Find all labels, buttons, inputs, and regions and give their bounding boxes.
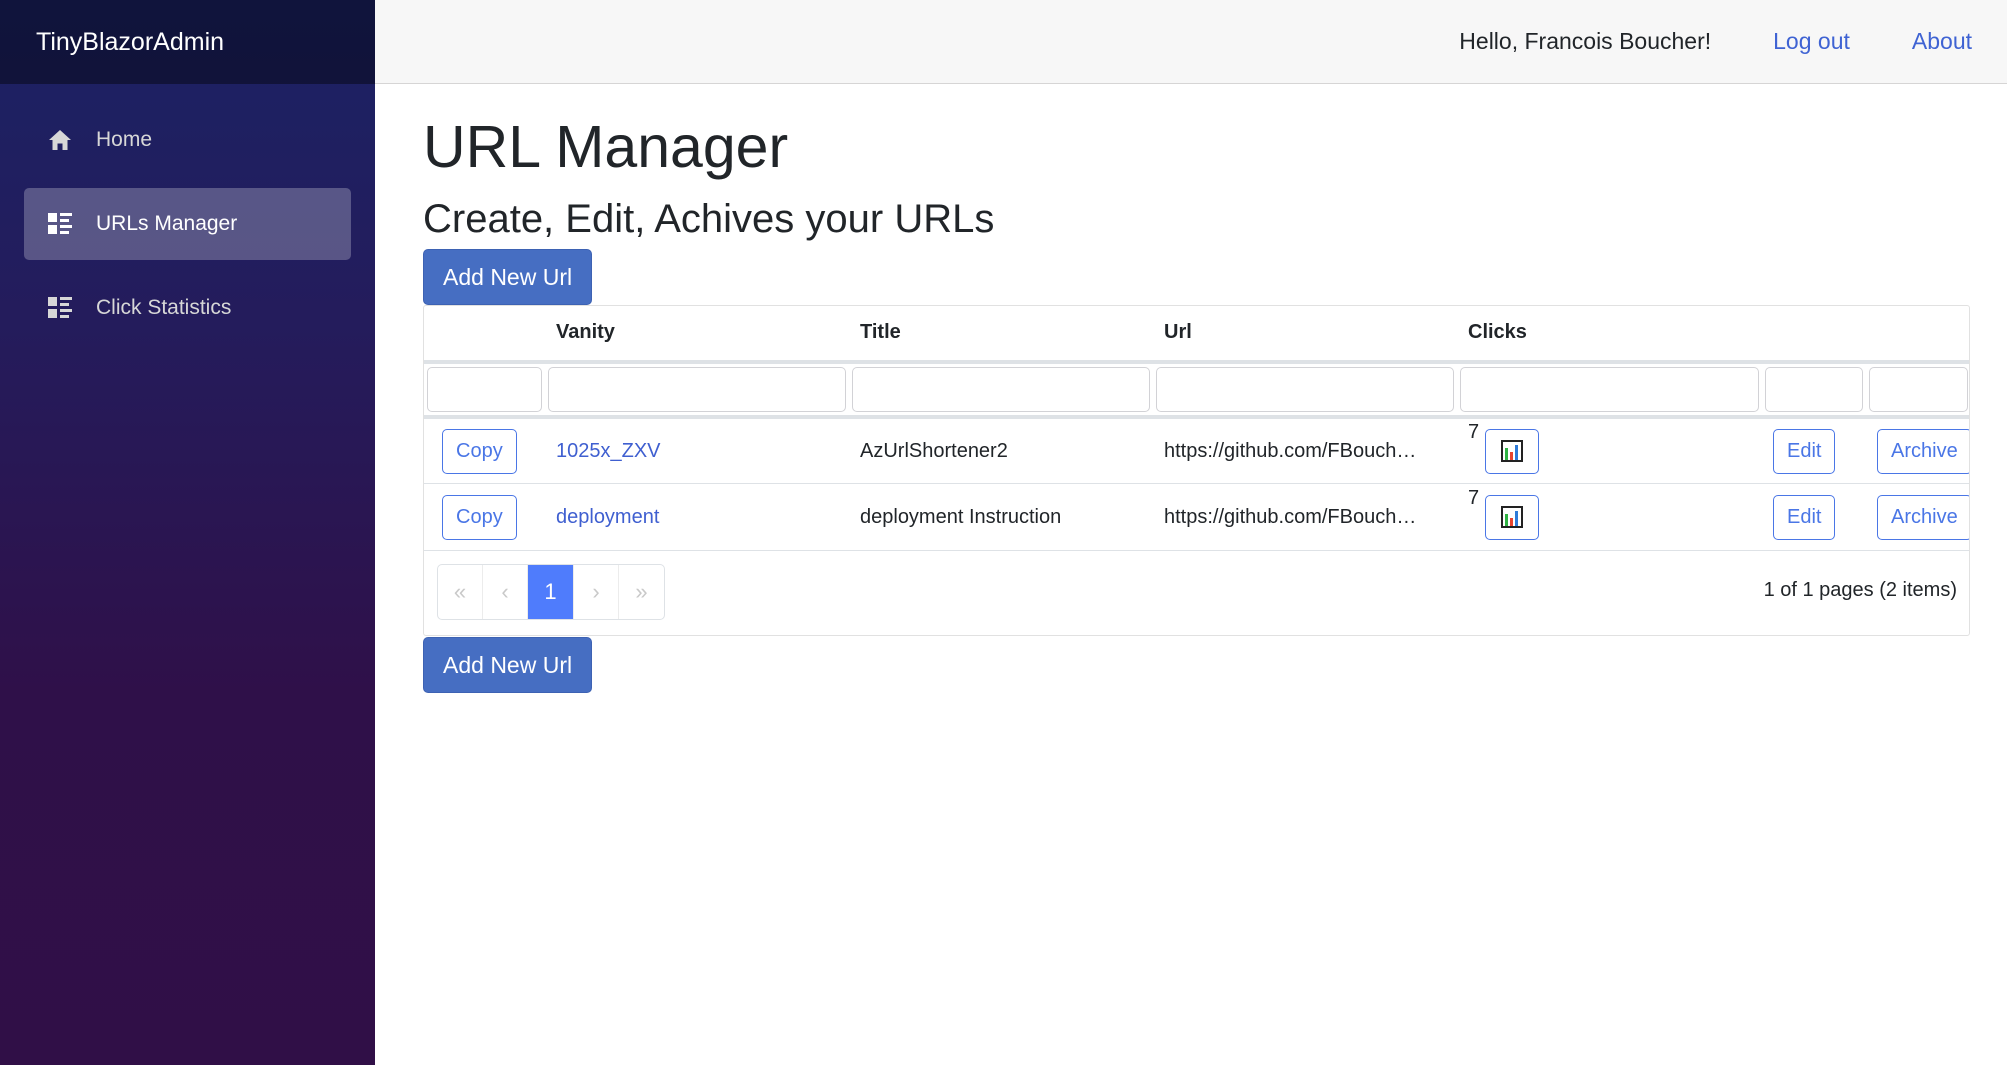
column-header-vanity[interactable]: Vanity bbox=[545, 305, 849, 364]
filter-input-title[interactable] bbox=[852, 366, 1150, 412]
home-icon bbox=[47, 127, 73, 153]
header-row: Vanity Title Url Clicks bbox=[424, 305, 1969, 364]
column-header-actions bbox=[424, 305, 545, 364]
list-icon bbox=[47, 211, 73, 237]
filter-row bbox=[424, 361, 1969, 419]
add-new-url-button[interactable]: Add New Url bbox=[423, 248, 593, 305]
list-icon bbox=[47, 295, 73, 321]
vanity-link[interactable]: deployment bbox=[556, 506, 659, 528]
filter-input-vanity[interactable] bbox=[548, 366, 846, 412]
sidebar-nav: Home URLs Manager Click Statistics bbox=[0, 84, 375, 344]
previous-page-button[interactable]: ‹ bbox=[483, 565, 528, 620]
url-cell: https://github.com/FBouch… bbox=[1164, 439, 1417, 462]
click-stats-button[interactable] bbox=[1485, 428, 1540, 474]
first-page-button[interactable]: « bbox=[438, 565, 483, 620]
sidebar-item-click-statistics[interactable]: Click Statistics bbox=[24, 272, 351, 344]
title-cell: AzUrlShortener2 bbox=[849, 416, 1153, 485]
filter-input-clicks[interactable] bbox=[1460, 366, 1759, 412]
column-header-archive bbox=[1866, 305, 1969, 364]
page-subtitle: Create, Edit, Achives your URLs bbox=[423, 196, 995, 241]
top-bar: Hello, Francois Boucher! Log out About bbox=[375, 0, 2007, 84]
sidebar-item-label: Click Statistics bbox=[96, 296, 232, 319]
user-greeting: Hello, Francois Boucher! bbox=[1459, 28, 1712, 54]
pager-summary: 1 of 1 pages (2 items) bbox=[1763, 579, 1957, 602]
url-cell: https://github.com/FBouch… bbox=[1164, 505, 1417, 528]
brand-bar: TinyBlazorAdmin bbox=[0, 0, 375, 84]
filter-input-edit[interactable] bbox=[1765, 366, 1863, 412]
filter-input-archive[interactable] bbox=[1869, 366, 1968, 412]
last-page-button[interactable]: » bbox=[619, 565, 664, 619]
table-row: Copy deployment deployment Instruction h… bbox=[424, 483, 1969, 552]
edit-button[interactable]: Edit bbox=[1773, 494, 1836, 540]
next-page-button[interactable]: › bbox=[574, 565, 619, 620]
copy-button[interactable]: Copy bbox=[442, 494, 517, 540]
edit-button[interactable]: Edit bbox=[1773, 428, 1836, 474]
sidebar-item-label: Home bbox=[96, 128, 153, 151]
column-header-edit bbox=[1762, 305, 1866, 364]
pagination: « ‹ 1 › » bbox=[437, 564, 665, 621]
table-row: Copy 1025x_ZXV AzUrlShortener2 https://g… bbox=[424, 416, 1969, 485]
click-stats-button[interactable] bbox=[1485, 494, 1540, 540]
sidebar-item-label: URLs Manager bbox=[96, 212, 238, 235]
archive-button[interactable]: Archive bbox=[1877, 494, 1969, 540]
page-title: URL Manager bbox=[423, 114, 789, 180]
urls-grid: Vanity Title Url Clicks Copy 1025x_ZXV A… bbox=[423, 304, 1970, 637]
add-new-url-button-bottom[interactable]: Add New Url bbox=[423, 637, 593, 694]
vanity-link[interactable]: 1025x_ZXV bbox=[556, 440, 661, 462]
clicks-count: 7 bbox=[1468, 486, 1480, 509]
main-content: URL Manager Create, Edit, Achives your U… bbox=[423, 84, 1970, 694]
filter-input-actions[interactable] bbox=[427, 366, 542, 412]
clicks-count: 7 bbox=[1468, 420, 1480, 443]
pager-row: « ‹ 1 › » 1 of 1 pages (2 items) bbox=[424, 551, 1969, 635]
urls-table: Vanity Title Url Clicks Copy 1025x_ZXV A… bbox=[424, 305, 1969, 552]
column-header-clicks[interactable]: Clicks bbox=[1457, 305, 1762, 364]
bar-chart-icon bbox=[1501, 506, 1524, 529]
archive-button[interactable]: Archive bbox=[1877, 428, 1969, 474]
column-header-title[interactable]: Title bbox=[849, 305, 1153, 364]
logout-link[interactable]: Log out bbox=[1773, 28, 1850, 55]
title-cell: deployment Instruction bbox=[849, 483, 1153, 552]
sidebar-item-urls-manager[interactable]: URLs Manager bbox=[24, 188, 351, 260]
sidebar: TinyBlazorAdmin Home URLs Manager Click … bbox=[0, 0, 375, 1065]
bar-chart-icon bbox=[1501, 440, 1524, 463]
sidebar-item-home[interactable]: Home bbox=[24, 104, 351, 176]
about-link[interactable]: About bbox=[1912, 28, 1972, 55]
copy-button[interactable]: Copy bbox=[442, 428, 517, 474]
column-header-url[interactable]: Url bbox=[1153, 305, 1457, 364]
filter-input-url[interactable] bbox=[1156, 366, 1454, 412]
brand-link[interactable]: TinyBlazorAdmin bbox=[36, 28, 224, 57]
page-1-button[interactable]: 1 bbox=[528, 565, 574, 620]
